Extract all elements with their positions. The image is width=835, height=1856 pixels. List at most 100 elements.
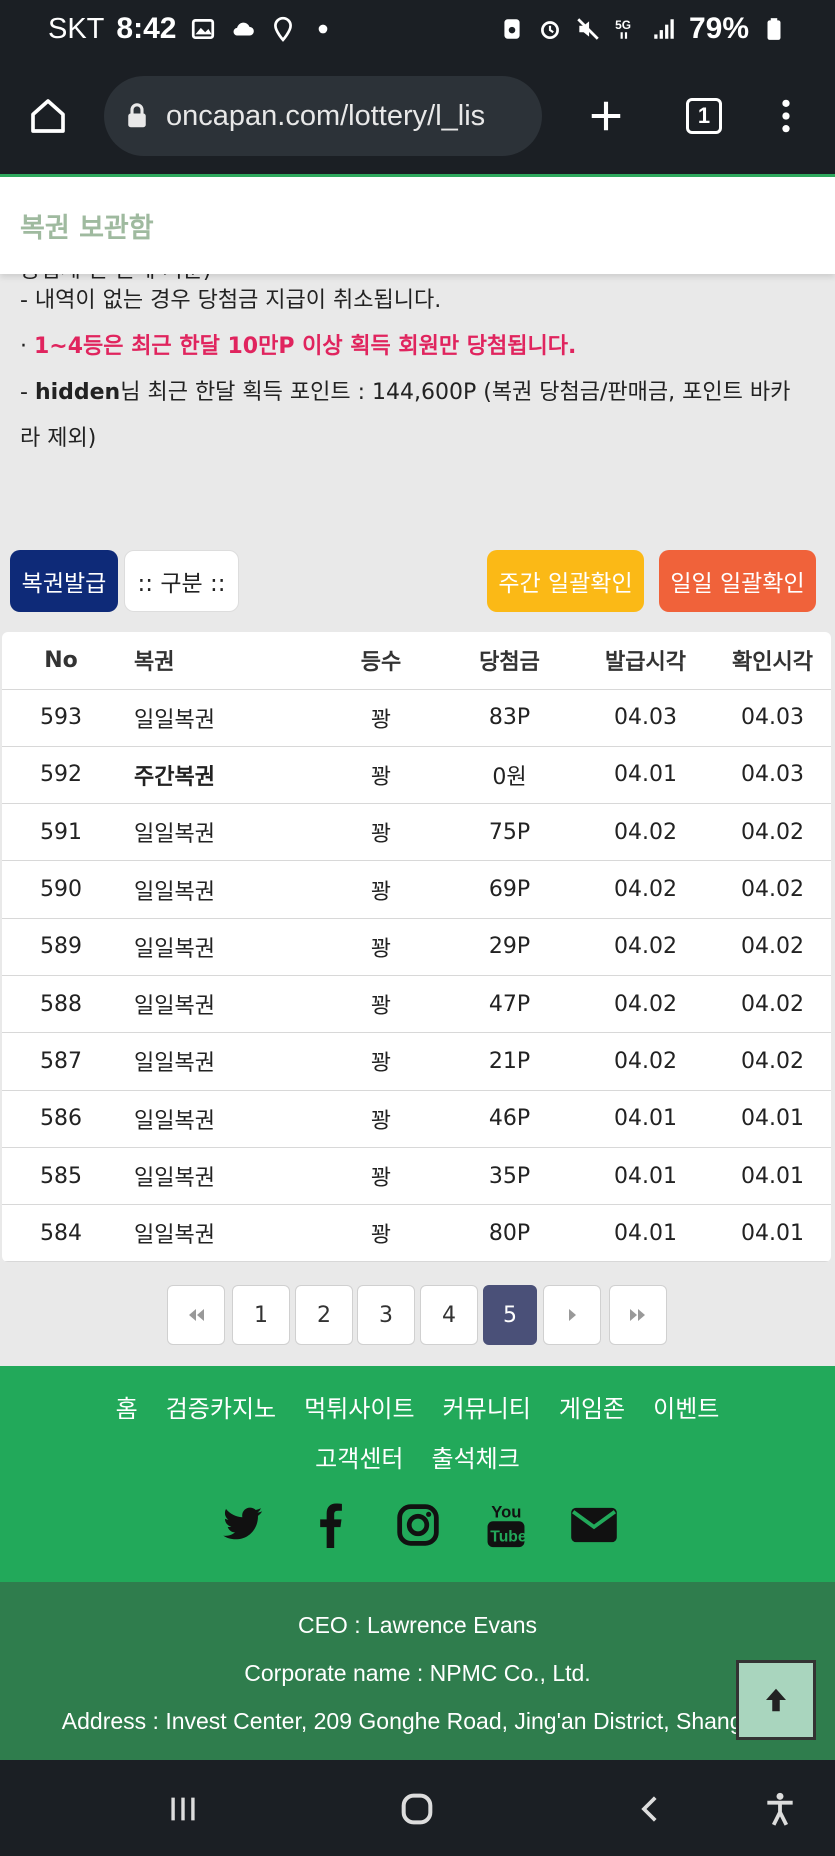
table-row[interactable]: 584 일일복권 꽝 80P 04.01 04.01 [2,1204,831,1263]
cell-lottery: 일일복권 [120,1090,320,1148]
back-nav-button[interactable] [626,1784,676,1834]
browser-toolbar: oncapan.com/lottery/l_lis 1 [0,58,835,174]
cell-prize: 80P [442,1204,577,1263]
last-page-button[interactable] [609,1285,667,1345]
cell-no: 592 [2,746,120,805]
cell-rank: 꽝 [320,1147,442,1206]
issue-lottery-button[interactable]: 복권발급 [10,550,118,612]
cell-prize: 0원 [442,746,577,805]
footer-link-scam-sites[interactable]: 먹튀사이트 [304,1395,414,1423]
cell-no: 584 [2,1204,120,1263]
page-button-1[interactable]: 1 [232,1285,290,1345]
table-row[interactable]: 590 일일복권 꽝 69P 04.02 04.02 [2,860,831,919]
cell-issued: 04.02 [577,918,714,976]
cell-prize: 47P [442,975,577,1034]
footer-link-home[interactable]: 홈 [116,1395,138,1423]
cell-issued: 04.01 [577,1204,714,1263]
twitter-icon[interactable] [217,1500,267,1550]
cell-rank: 꽝 [320,1090,442,1148]
svg-text:Tube: Tube [490,1529,527,1546]
cell-checked: 04.01 [714,1204,831,1263]
footer-link-attendance[interactable]: 출석체크 [432,1445,520,1473]
footer-link-verified-casino[interactable]: 검증카지노 [166,1395,276,1423]
notice-line-points: - hidden님 최근 한달 획득 포인트 : 144,600P (복권 당첨… [20,370,820,416]
footer-link-events[interactable]: 이벤트 [653,1395,719,1423]
cell-no: 591 [2,803,120,862]
cloud-icon [233,22,255,36]
new-tab-button[interactable] [580,90,632,142]
battery-level: 79% [688,12,749,45]
lottery-table: No 복권 등수 당첨금 발급시각 확인시각 593 일일복권 꽝 83P 04… [2,632,831,1263]
cell-no: 586 [2,1090,120,1148]
facebook-icon[interactable] [305,1500,355,1550]
cell-lottery: 일일복권 [120,689,320,747]
svg-text:5G: 5G [615,18,631,32]
cell-checked: 04.01 [714,1147,831,1206]
browser-menu-button[interactable] [760,90,812,142]
home-button[interactable] [22,90,74,142]
cell-checked: 04.02 [714,975,831,1034]
page-button-2[interactable]: 2 [295,1285,353,1345]
first-page-button[interactable] [167,1285,225,1345]
back-chevron-icon [641,1796,657,1822]
carrier-label: SKT [48,12,105,45]
youtube-icon[interactable]: You Tube [481,1500,531,1550]
footer-link-community[interactable]: 커뮤니티 [443,1395,531,1423]
cell-checked: 04.02 [714,1032,831,1091]
col-prize: 당첨금 [442,632,577,690]
table-row[interactable]: 587 일일복권 꽝 21P 04.02 04.02 [2,1032,831,1091]
cell-no: 588 [2,975,120,1034]
instagram-icon[interactable] [393,1500,443,1550]
clock: 8:42 [116,12,177,45]
alarm-icon [541,21,559,40]
table-row[interactable]: 592 주간복권 꽝 0원 04.01 04.03 [2,746,831,805]
table-row[interactable]: 585 일일복권 꽝 35P 04.01 04.01 [2,1147,831,1206]
col-issued-time: 발급시각 [577,632,714,690]
table-row[interactable]: 589 일일복권 꽝 29P 04.02 04.02 [2,918,831,976]
table-row[interactable]: 588 일일복권 꽝 47P 04.02 04.02 [2,975,831,1034]
username: hidden [34,380,121,405]
notice-line-points-cont: 라 제외) [20,426,97,451]
cell-no: 585 [2,1147,120,1206]
cell-lottery: 일일복권 [120,918,320,976]
scroll-to-top-button[interactable] [736,1660,816,1740]
accessibility-icon [767,1792,793,1826]
double-chevron-right-icon [630,1309,645,1321]
double-chevron-left-icon [189,1309,204,1321]
page-button-5-current[interactable]: 5 [483,1285,537,1345]
daily-check-all-button[interactable]: 일일 일괄확인 [659,550,816,612]
pagination: 1 2 3 4 5 [0,1285,835,1345]
cell-no: 587 [2,1032,120,1091]
accessibility-button[interactable] [755,1784,805,1834]
chevron-right-icon [569,1309,576,1321]
footer-link-support[interactable]: 고객센터 [315,1445,403,1473]
table-row[interactable]: 586 일일복권 꽝 46P 04.01 04.01 [2,1090,831,1148]
svg-text:You: You [491,1503,521,1522]
home-nav-button[interactable] [392,1784,442,1834]
cell-checked: 04.03 [714,689,831,747]
address-bar[interactable]: oncapan.com/lottery/l_lis [104,76,542,156]
cell-checked: 04.02 [714,918,831,976]
signal-icon [654,19,674,39]
cell-rank: 꽝 [320,1204,442,1263]
cell-checked: 04.02 [714,860,831,919]
url-text: oncapan.com/lottery/l_lis [166,99,486,132]
table-row[interactable]: 593 일일복권 꽝 83P 04.03 04.03 [2,689,831,747]
page-button-3[interactable]: 3 [357,1285,415,1345]
home-icon [31,99,65,133]
cell-issued: 04.02 [577,803,714,862]
page-button-4[interactable]: 4 [420,1285,478,1345]
footer-link-game-zone[interactable]: 게임존 [559,1395,625,1423]
tab-switcher-button[interactable]: 1 [678,90,730,142]
cell-lottery: 일일복권 [120,860,320,919]
arrow-up-icon [766,1688,786,1712]
weekly-check-all-button[interactable]: 주간 일괄확인 [487,550,644,612]
category-select[interactable]: :: 구분 :: [124,550,239,612]
recent-apps-button[interactable] [158,1784,208,1834]
notice-block: 승업체 한 군데 기준) - 내역이 없는 경우 당첨금 지급이 취소됩니다. … [20,258,820,462]
mail-icon[interactable] [569,1500,619,1550]
cell-issued: 04.02 [577,975,714,1034]
table-row[interactable]: 591 일일복권 꽝 75P 04.02 04.02 [2,803,831,862]
footer-company-name: Corporate name : NPMC Co., Ltd. [244,1660,591,1686]
next-page-button[interactable] [543,1285,601,1345]
